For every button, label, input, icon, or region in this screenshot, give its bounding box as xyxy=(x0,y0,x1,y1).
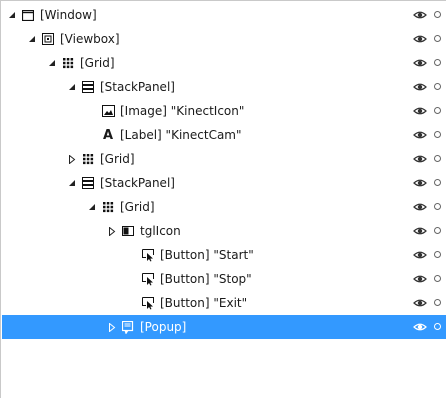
visibility-eye-icon[interactable] xyxy=(413,296,427,310)
visibility-eye-icon[interactable] xyxy=(413,320,427,334)
tree-row[interactable]: [Button] "Exit" xyxy=(2,291,446,315)
tree-row[interactable]: [StackPanel] xyxy=(2,75,446,99)
grid-icon xyxy=(81,152,95,166)
collapsed-triangle-icon[interactable] xyxy=(106,322,117,333)
visibility-eye-icon[interactable] xyxy=(413,56,427,70)
row-indent xyxy=(2,135,86,136)
tree-row[interactable]: [Button] "Start" xyxy=(2,243,446,267)
tree-row[interactable]: [Grid] xyxy=(2,195,446,219)
image-icon xyxy=(101,104,115,118)
tree-row[interactable]: [Grid] xyxy=(2,51,446,75)
row-indent xyxy=(2,63,46,64)
status-circle-icon[interactable] xyxy=(434,131,441,138)
visibility-eye-icon[interactable] xyxy=(413,224,427,238)
expanded-triangle-icon[interactable] xyxy=(26,34,37,45)
row-indent xyxy=(2,231,106,232)
button-icon xyxy=(141,248,155,262)
status-circle-icon[interactable] xyxy=(434,179,441,186)
tree-row-label: [Window] xyxy=(40,8,97,22)
tree-row-label: [Grid] xyxy=(80,56,115,70)
status-circle-icon[interactable] xyxy=(434,83,441,90)
status-circle-icon[interactable] xyxy=(434,59,441,66)
tree-row-label: [Button] "Start" xyxy=(160,248,254,262)
collapsed-triangle-icon[interactable] xyxy=(106,226,117,237)
expanded-triangle-icon[interactable] xyxy=(6,10,17,21)
status-circle-icon[interactable] xyxy=(434,11,441,18)
row-indent xyxy=(2,303,126,304)
tree-row-label: [Button] "Stop" xyxy=(160,272,252,286)
tree-row[interactable]: [Window] xyxy=(2,3,446,27)
status-circle-icon[interactable] xyxy=(434,251,441,258)
visibility-eye-icon[interactable] xyxy=(413,248,427,262)
visibility-eye-icon[interactable] xyxy=(413,104,427,118)
tree-row-label: [Grid] xyxy=(120,200,155,214)
tree-row-label: [Label] "KinectCam" xyxy=(120,128,242,142)
tree-row[interactable]: [StackPanel] xyxy=(2,171,446,195)
tree-row[interactable]: [Popup] xyxy=(2,315,446,339)
expanded-triangle-icon[interactable] xyxy=(66,82,77,93)
tree-row[interactable]: A [Label] "KinectCam" xyxy=(2,123,446,147)
button-icon xyxy=(141,272,155,286)
tree-row-label: [StackPanel] xyxy=(100,176,175,190)
status-circle-icon[interactable] xyxy=(434,227,441,234)
status-circle-icon[interactable] xyxy=(434,107,441,114)
status-circle-icon[interactable] xyxy=(434,35,441,42)
visual-tree: [Window] [Viewbox] [Grid] [StackPanel] [Imag… xyxy=(0,0,446,398)
status-circle-icon[interactable] xyxy=(434,323,441,330)
row-indent xyxy=(2,327,106,328)
row-indent xyxy=(2,111,86,112)
row-indent xyxy=(2,279,126,280)
tree-row-label: [Viewbox] xyxy=(60,32,120,46)
expanded-triangle-icon[interactable] xyxy=(86,202,97,213)
status-circle-icon[interactable] xyxy=(434,275,441,282)
tree-row[interactable]: [Grid] xyxy=(2,147,446,171)
button-icon xyxy=(141,296,155,310)
row-indent xyxy=(2,255,126,256)
popup-icon xyxy=(121,320,135,334)
tree-row-label: [Popup] xyxy=(140,320,187,334)
visibility-eye-icon[interactable] xyxy=(413,200,427,214)
viewbox-icon xyxy=(41,32,55,46)
row-indent xyxy=(2,159,66,160)
stackpanel-icon xyxy=(81,176,95,190)
status-circle-icon[interactable] xyxy=(434,299,441,306)
toggle-icon xyxy=(121,224,135,238)
tree-row[interactable]: [Viewbox] xyxy=(2,27,446,51)
grid-icon xyxy=(101,200,115,214)
visibility-eye-icon[interactable] xyxy=(413,80,427,94)
label-icon: A xyxy=(102,127,114,143)
visibility-eye-icon[interactable] xyxy=(413,8,427,22)
collapsed-triangle-icon[interactable] xyxy=(66,154,77,165)
tree-row[interactable]: [Image] "KinectIcon" xyxy=(2,99,446,123)
visibility-eye-icon[interactable] xyxy=(413,272,427,286)
expanded-triangle-icon[interactable] xyxy=(46,58,57,69)
expanded-triangle-icon[interactable] xyxy=(66,178,77,189)
stackpanel-icon xyxy=(81,80,95,94)
visibility-eye-icon[interactable] xyxy=(413,128,427,142)
tree-row-label: tglIcon xyxy=(140,224,181,238)
tree-row[interactable]: [Button] "Stop" xyxy=(2,267,446,291)
visibility-eye-icon[interactable] xyxy=(413,152,427,166)
row-indent xyxy=(2,183,66,184)
row-indent xyxy=(2,39,26,40)
status-circle-icon[interactable] xyxy=(434,155,441,162)
tree-row[interactable]: tglIcon xyxy=(2,219,446,243)
tree-row-label: [Button] "Exit" xyxy=(160,296,248,310)
tree-row-label: [Image] "KinectIcon" xyxy=(120,104,245,118)
tree-row-label: [Grid] xyxy=(100,152,135,166)
visibility-eye-icon[interactable] xyxy=(413,176,427,190)
grid-icon xyxy=(61,56,75,70)
row-indent xyxy=(2,207,86,208)
window-icon xyxy=(21,8,35,22)
visibility-eye-icon[interactable] xyxy=(413,32,427,46)
row-indent xyxy=(2,87,66,88)
tree-row-label: [StackPanel] xyxy=(100,80,175,94)
status-circle-icon[interactable] xyxy=(434,203,441,210)
